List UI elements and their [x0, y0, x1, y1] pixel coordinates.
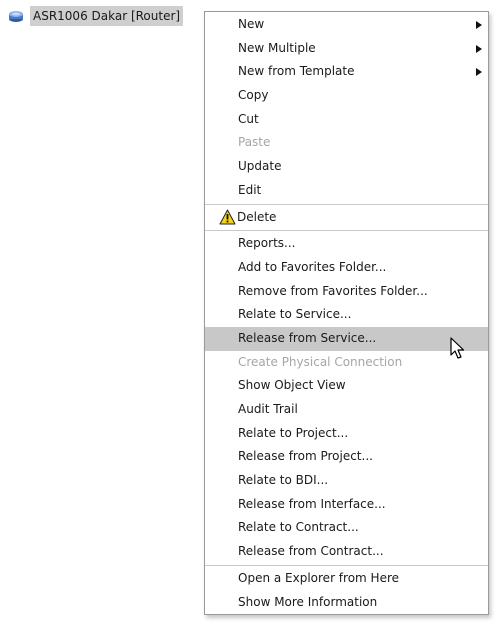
menu-item-paste: Paste	[205, 131, 488, 155]
menu-item-audit-trail[interactable]: Audit Trail	[205, 398, 488, 422]
menu-item-release-from-service[interactable]: Release from Service...	[205, 326, 488, 351]
menu-item-label: New	[238, 17, 265, 31]
menu-item-label: Relate to BDI...	[238, 473, 329, 488]
submenu-arrow-icon	[476, 44, 482, 53]
menu-item-edit[interactable]: Edit	[205, 179, 488, 203]
warning-icon	[219, 209, 236, 224]
menu-item-label: Update	[238, 159, 282, 174]
mouse-pointer-icon	[450, 337, 465, 359]
menu-item-copy[interactable]: Copy	[205, 84, 488, 108]
submenu-arrow-icon	[476, 68, 482, 77]
menu-item-release-from-project[interactable]: Release from Project...	[205, 445, 488, 469]
menu-item-update[interactable]: Update	[205, 155, 488, 179]
menu-item-cut[interactable]: Cut	[205, 108, 488, 132]
menu-item-relate-to-bdi[interactable]: Relate to BDI...	[205, 469, 488, 493]
menu-item-label: Edit	[238, 182, 262, 197]
router-icon	[9, 11, 23, 22]
menu-item-relate-to-service[interactable]: Relate to Service...	[205, 303, 488, 327]
menu-separator	[205, 203, 488, 205]
menu-item-label: New from Template	[238, 64, 355, 79]
submenu-arrow-icon	[476, 21, 482, 29]
menu-item-open-a-explorer-from-here[interactable]: Open a Explorer from Here	[205, 567, 488, 591]
menu-item-show-object-view[interactable]: Show Object View	[205, 374, 488, 398]
menu-item-reports[interactable]: Reports...	[205, 232, 488, 256]
menu-item-label: Cut	[238, 111, 259, 126]
menu-item-label: Create Physical Connection	[238, 354, 403, 369]
menu-item-label: Release from Interface...	[238, 496, 386, 511]
menu-item-remove-from-favorites-folder[interactable]: Remove from Favorites Folder...	[205, 280, 488, 304]
menu-item-label: Delete	[237, 209, 277, 224]
tree-node-router[interactable]: ASR1006 Dakar [Router]	[8, 5, 184, 27]
menu-item-delete[interactable]: Delete	[205, 206, 488, 230]
menu-item-label: Remove from Favorites Folder...	[238, 283, 428, 298]
menu-item-show-more-information[interactable]: Show More Information	[205, 591, 488, 615]
menu-item-new[interactable]: New	[205, 13, 488, 37]
menu-item-label: Relate to Project...	[238, 425, 349, 440]
menu-item-relate-to-project[interactable]: Relate to Project...	[205, 422, 488, 446]
menu-item-release-from-interface[interactable]: Release from Interface...	[205, 493, 488, 517]
menu-item-label: Paste	[238, 135, 271, 150]
menu-item-label: Add to Favorites Folder...	[238, 259, 387, 274]
menu-item-new-multiple[interactable]: New Multiple	[205, 37, 488, 61]
menu-item-label: Show More Information	[238, 594, 378, 609]
menu-item-label: Copy	[238, 88, 269, 103]
menu-item-add-to-favorites-folder[interactable]: Add to Favorites Folder...	[205, 256, 488, 280]
menu-item-label: Show Object View	[238, 378, 346, 393]
menu-separator	[205, 230, 488, 232]
menu-item-label: Release from Project...	[238, 449, 373, 464]
menu-item-label: Relate to Contract...	[238, 520, 359, 535]
menu-item-release-from-contract[interactable]: Release from Contract...	[205, 540, 488, 564]
menu-item-label: New Multiple	[238, 40, 316, 55]
menu-item-create-physical-connection: Create Physical Connection	[205, 351, 488, 375]
menu-item-label: Relate to Service...	[238, 307, 352, 322]
tree-node-label[interactable]: ASR1006 Dakar [Router]	[30, 6, 184, 26]
menu-item-relate-to-contract[interactable]: Relate to Contract...	[205, 516, 488, 540]
menu-item-label: Reports...	[238, 236, 296, 251]
menu-item-label: Open a Explorer from Here	[238, 570, 400, 585]
menu-item-new-from-template[interactable]: New from Template	[205, 60, 488, 84]
menu-item-label: Release from Service...	[238, 330, 377, 345]
menu-item-label: Release from Contract...	[238, 544, 384, 559]
context-menu: New New Multiple New from Template Copy Cut P…	[204, 11, 489, 616]
menu-separator	[205, 564, 488, 566]
menu-item-label: Audit Trail	[238, 402, 298, 416]
